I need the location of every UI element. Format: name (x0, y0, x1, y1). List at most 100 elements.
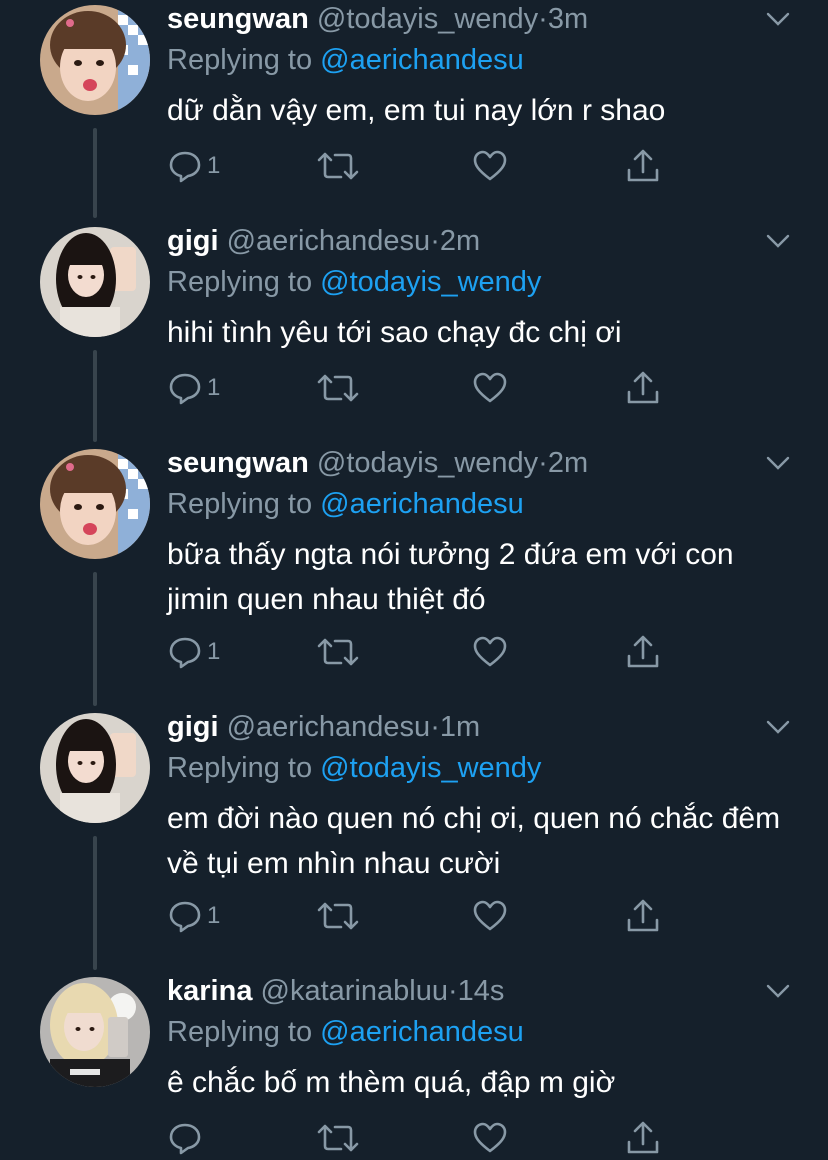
reply-button[interactable] (167, 1118, 207, 1158)
replying-handle-link[interactable]: @aerichandesu (320, 1016, 524, 1048)
chevron-down-icon[interactable] (766, 456, 790, 470)
replying-prefix: Replying to (167, 1016, 313, 1048)
reply-icon (169, 637, 201, 669)
like-button[interactable] (472, 368, 508, 408)
share-icon (627, 1121, 659, 1154)
chevron-down-icon[interactable] (766, 12, 790, 26)
like-button[interactable] (472, 632, 508, 672)
reply-count: 1 (207, 638, 221, 665)
share-button[interactable] (625, 146, 661, 186)
reply-count: 1 (207, 152, 221, 179)
replying-to: Replying to @todayis_wendy (167, 263, 541, 301)
tweet[interactable]: karina @katarinabluu·14s Replying to @ae… (0, 972, 828, 1160)
reply-count: 1 (207, 902, 221, 929)
replying-prefix: Replying to (167, 44, 313, 76)
reply-button[interactable]: 1 (167, 896, 220, 936)
reply-button[interactable]: 1 (167, 632, 220, 672)
like-icon (473, 636, 507, 667)
separator-dot: · (430, 711, 440, 743)
like-button[interactable] (472, 896, 508, 936)
user-handle[interactable]: @aerichandesu (227, 711, 431, 743)
avatar[interactable] (40, 977, 150, 1087)
share-icon (627, 149, 659, 182)
tweet-text: bữa thấy ngta nói tưởng 2 đứa em với con… (167, 538, 734, 616)
retweet-icon (317, 152, 359, 180)
retweet-button[interactable] (317, 1118, 359, 1158)
retweet-button[interactable] (317, 368, 359, 408)
separator-dot: · (538, 447, 548, 479)
share-button[interactable] (625, 1118, 661, 1158)
user-handle[interactable]: @todayis_wendy (317, 447, 538, 479)
replying-to: Replying to @todayis_wendy (167, 749, 541, 787)
replying-prefix: Replying to (167, 488, 313, 520)
separator-dot: · (430, 225, 440, 257)
reply-icon (169, 1123, 201, 1155)
timestamp[interactable]: 2m (440, 225, 480, 257)
timestamp[interactable]: 3m (548, 3, 588, 35)
share-icon (627, 371, 659, 404)
avatar[interactable] (40, 5, 150, 115)
retweet-icon (317, 374, 359, 402)
like-icon (473, 150, 507, 181)
replying-to: Replying to @aerichandesu (167, 485, 524, 523)
user-handle[interactable]: @todayis_wendy (317, 3, 538, 35)
timestamp[interactable]: 2m (548, 447, 588, 479)
replying-prefix: Replying to (167, 266, 313, 298)
tweet[interactable]: seungwan @todayis_wendy·2m Replying to @… (0, 444, 828, 706)
retweet-button[interactable] (317, 146, 359, 186)
like-button[interactable] (472, 1118, 508, 1158)
like-icon (473, 900, 507, 931)
timestamp[interactable]: 14s (458, 975, 505, 1007)
replying-to: Replying to @aerichandesu (167, 1013, 524, 1051)
tweet-actions: 1 (167, 896, 667, 936)
replying-handle-link[interactable]: @todayis_wendy (320, 266, 541, 298)
retweet-button[interactable] (317, 896, 359, 936)
tweet[interactable]: gigi @aerichandesu·2m Replying to @today… (0, 222, 828, 442)
display-name[interactable]: gigi (167, 225, 219, 257)
reply-icon (169, 373, 201, 405)
tweet-actions: 1 (167, 146, 667, 186)
reply-button[interactable]: 1 (167, 368, 220, 408)
tweet-actions: 1 (167, 368, 667, 408)
timestamp[interactable]: 1m (440, 711, 480, 743)
avatar[interactable] (40, 227, 150, 337)
share-button[interactable] (625, 632, 661, 672)
share-icon (627, 635, 659, 668)
share-button[interactable] (625, 368, 661, 408)
tweet[interactable]: seungwan @todayis_wendy·3m Replying to @… (0, 0, 828, 215)
replying-handle-link[interactable]: @todayis_wendy (320, 752, 541, 784)
reply-count: 1 (207, 374, 221, 401)
like-button[interactable] (472, 146, 508, 186)
chevron-down-icon[interactable] (766, 720, 790, 734)
avatar[interactable] (40, 713, 150, 823)
display-name[interactable]: seungwan (167, 3, 309, 35)
reply-icon (169, 901, 201, 933)
display-name[interactable]: seungwan (167, 447, 309, 479)
tweet-text: em đời nào quen nó chị ơi, quen nó chắc … (167, 802, 781, 880)
separator-dot: · (538, 3, 548, 35)
tweet-text: hihi tình yêu tới sao chạy đc chị ơi (167, 316, 622, 349)
user-handle[interactable]: @aerichandesu (227, 225, 431, 257)
replying-handle-link[interactable]: @aerichandesu (320, 44, 524, 76)
user-handle[interactable]: @katarinabluu (261, 975, 448, 1007)
replying-prefix: Replying to (167, 752, 313, 784)
tweet[interactable]: gigi @aerichandesu·1m Replying to @today… (0, 708, 828, 970)
separator-dot: · (447, 975, 458, 1007)
tweet-actions: 1 (167, 632, 667, 672)
chevron-down-icon[interactable] (766, 234, 790, 248)
share-button[interactable] (625, 896, 661, 936)
tweet-text: ê chắc bố m thèm quá, đập m giờ (167, 1066, 616, 1099)
share-icon (627, 899, 659, 932)
retweet-button[interactable] (317, 632, 359, 672)
reply-button[interactable]: 1 (167, 146, 220, 186)
avatar[interactable] (40, 449, 150, 559)
reply-icon (169, 151, 201, 183)
tweet-actions (167, 1118, 667, 1158)
display-name[interactable]: gigi (167, 711, 219, 743)
replying-handle-link[interactable]: @aerichandesu (320, 488, 524, 520)
replying-to: Replying to @aerichandesu (167, 41, 524, 79)
display-name[interactable]: karina (167, 975, 252, 1007)
chevron-down-icon[interactable] (766, 984, 790, 998)
tweet-text: dữ dằn vậy em, em tui nay lớn r shao (167, 94, 666, 127)
retweet-icon (317, 638, 359, 666)
